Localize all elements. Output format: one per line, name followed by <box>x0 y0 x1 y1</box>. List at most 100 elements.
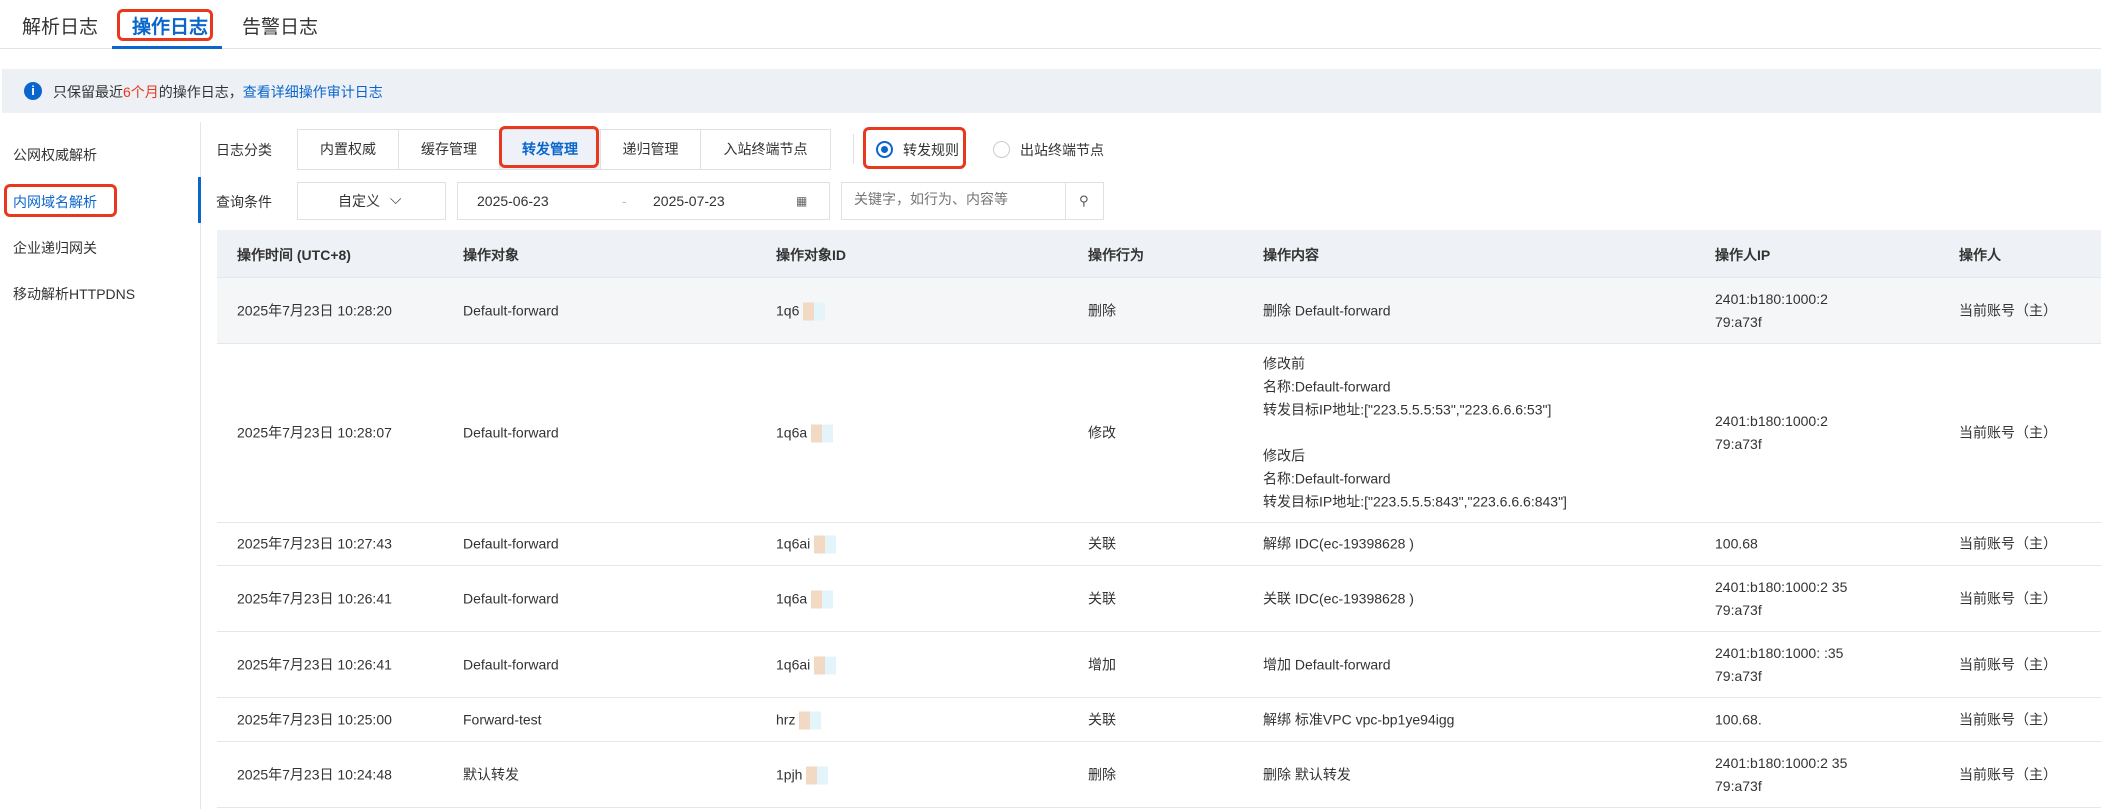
cell-object: Default-forward <box>463 422 559 445</box>
cell-line: 转发目标IP地址:["223.5.5.5:843","223.6.6.6:843… <box>1263 493 1567 510</box>
cell-line: 2401:b180:1000: :35 <box>1715 644 1844 661</box>
redacted-mosaic <box>811 424 834 443</box>
sidebar-item-private-zone[interactable]: 内网域名解析 <box>13 192 97 212</box>
cell-text: 1q6a <box>776 590 808 606</box>
cell-text: 当前账号（主） <box>1959 302 2057 318</box>
cell-text: 2025年7月23日 10:28:07 <box>237 424 392 441</box>
cell-line: 名称:Default-forward <box>1263 378 1391 395</box>
cell-object: Default-forward <box>463 587 559 610</box>
notice-suffix: 的操作日志， <box>158 84 243 100</box>
sidebar-item-public-auth[interactable]: 公网权威解析 <box>13 145 97 165</box>
category-inbound-endpoint[interactable]: 入站终端节点 <box>700 129 831 170</box>
cell-text: 删除 <box>1088 302 1116 318</box>
cell-id: 1pjh <box>776 763 829 786</box>
cell-id: 1q6a <box>776 422 834 445</box>
redacted-mosaic <box>803 302 826 321</box>
cell-id: 1q6ai <box>776 533 837 556</box>
cell-text: 删除 <box>1088 766 1116 782</box>
cell-text: 当前账号（主） <box>1959 424 2057 441</box>
col-object-id: 操作对象ID <box>776 247 846 263</box>
date-end[interactable]: 2025-07-23 <box>653 183 725 219</box>
table-row: 2025年7月23日 10:27:43 Default-forward 1q6ai 关… <box>217 523 2101 566</box>
category-builtin-auth[interactable]: 内置权威 <box>297 129 399 170</box>
tab-alert-log[interactable]: 告警日志 <box>242 12 318 39</box>
cell-time: 2025年7月23日 10:24:48 <box>237 763 392 786</box>
radio-checked-icon[interactable] <box>876 141 893 158</box>
sidebar-item-httpdns[interactable]: 移动解析HTTPDNS <box>13 284 135 304</box>
cell-text: 当前账号（主） <box>1959 535 2057 552</box>
cell-time: 2025年7月23日 10:28:20 <box>237 299 392 322</box>
radio-unchecked-icon[interactable] <box>993 141 1010 158</box>
cell-line: 修改后 <box>1263 447 1305 464</box>
sidebar-item-recursive-gateway[interactable]: 企业递归网关 <box>13 238 97 258</box>
cell-text: 1q6ai <box>776 656 811 672</box>
search-icon[interactable]: ⚲ <box>1079 183 1089 219</box>
cell-line: 2401:b180:1000:2 <box>1715 290 1828 307</box>
cell-text: Forward-test <box>463 711 542 727</box>
table-header: 操作时间 (UTC+8) 操作对象 操作对象ID 操作行为 操作内容 操作人IP… <box>217 230 2101 278</box>
cell-action: 关联 <box>1088 533 1116 556</box>
date-range-picker[interactable]: 2025-06-23 - 2025-07-23 ▦ <box>457 182 830 220</box>
category-recursive[interactable]: 递归管理 <box>600 129 701 170</box>
sidebar-active-indicator <box>198 177 201 223</box>
col-content: 操作内容 <box>1263 247 1319 263</box>
cell-line: 79:a73f <box>1715 436 1762 452</box>
separator <box>853 134 854 164</box>
cell-line: 79:a73f <box>1715 313 1762 330</box>
cell-text: 2025年7月23日 10:26:41 <box>237 590 392 606</box>
cell-time: 2025年7月23日 10:26:41 <box>237 587 392 610</box>
category-label: 日志分类 <box>216 142 272 158</box>
query-label: 查询条件 <box>216 194 272 210</box>
cell-text: 1q6ai <box>776 535 811 552</box>
cell-operator: 当前账号（主） <box>1959 763 2057 786</box>
cell-line: 转发目标IP地址:["223.5.5.5:53","223.6.6.6:53"] <box>1263 401 1552 418</box>
cell-time: 2025年7月23日 10:27:43 <box>237 533 392 556</box>
tab-parse-log[interactable]: 解析日志 <box>22 12 98 39</box>
cell-time: 2025年7月23日 10:25:00 <box>237 708 392 731</box>
date-start[interactable]: 2025-06-23 <box>477 183 549 219</box>
cell-text: 当前账号（主） <box>1959 590 2057 606</box>
table-row: 2025年7月23日 10:24:48 默认转发 1pjh 删除 删除 默认转发 2401… <box>217 742 2101 808</box>
search-input[interactable] <box>854 191 1054 207</box>
tab-operation-log[interactable]: 操作日志 <box>132 12 208 39</box>
cell-line: 79:a73f <box>1715 667 1762 684</box>
table-row: 2025年7月23日 10:25:00 Forward-test hrz 关联 解绑 标… <box>217 698 2101 742</box>
search-box[interactable]: ⚲ <box>841 182 1104 220</box>
cell-line: 100.68 <box>1715 535 1758 552</box>
cell-text: 当前账号（主） <box>1959 711 2057 727</box>
cell-text: 2025年7月23日 10:24:48 <box>237 766 392 782</box>
redacted-mosaic <box>806 766 829 785</box>
cell-ip: 2401:b180:1000:2 35 79:a73f <box>1715 576 1847 622</box>
cell-line: 2401:b180:1000:2 <box>1715 413 1828 429</box>
cell-text: hrz <box>776 711 796 727</box>
cell-object: 默认转发 <box>463 763 519 786</box>
col-object: 操作对象 <box>463 247 519 263</box>
range-select[interactable]: 自定义 ⌵ <box>297 182 446 220</box>
cell-content: 删除 Default-forward <box>1263 299 1391 322</box>
cell-action: 增加 <box>1088 653 1116 676</box>
cell-operator: 当前账号（主） <box>1959 299 2057 322</box>
category-forward[interactable]: 转发管理 <box>499 129 601 170</box>
cell-text: 1q6 <box>776 302 800 318</box>
cell-line: 100.68. <box>1715 711 1762 727</box>
cell-ip: 2401:b180:1000:2 79:a73f <box>1715 288 1828 334</box>
cell-line: 2401:b180:1000:2 35 <box>1715 754 1848 771</box>
cell-id: 1q6ai <box>776 653 837 676</box>
cell-content: 解绑 标准VPC vpc-bp1ye94igg <box>1263 708 1454 731</box>
cell-line: 修改前 <box>1263 355 1305 372</box>
cell-operator: 当前账号（主） <box>1959 587 2057 610</box>
cell-text: 当前账号（主） <box>1959 656 2057 672</box>
cell-line: 解绑 IDC(ec-19398628 ) <box>1263 535 1414 552</box>
cell-text: 当前账号（主） <box>1959 766 2057 782</box>
cell-line: 关联 IDC(ec-19398628 ) <box>1263 590 1414 606</box>
cell-content: 关联 IDC(ec-19398628 ) <box>1263 587 1414 610</box>
audit-log-link[interactable]: 查看详细操作审计日志 <box>243 84 383 100</box>
table-row: 2025年7月23日 10:26:41 Default-forward 1q6a 关联… <box>217 566 2101 632</box>
cell-id: 1q6 <box>776 299 826 322</box>
cell-text: 2025年7月23日 10:26:41 <box>237 656 392 672</box>
cell-line: 79:a73f <box>1715 601 1762 618</box>
calendar-icon[interactable]: ▦ <box>796 183 807 219</box>
category-cache[interactable]: 缓存管理 <box>398 129 500 170</box>
notice-prefix: 只保留最近 <box>53 84 123 100</box>
cell-text: 关联 <box>1088 535 1116 552</box>
